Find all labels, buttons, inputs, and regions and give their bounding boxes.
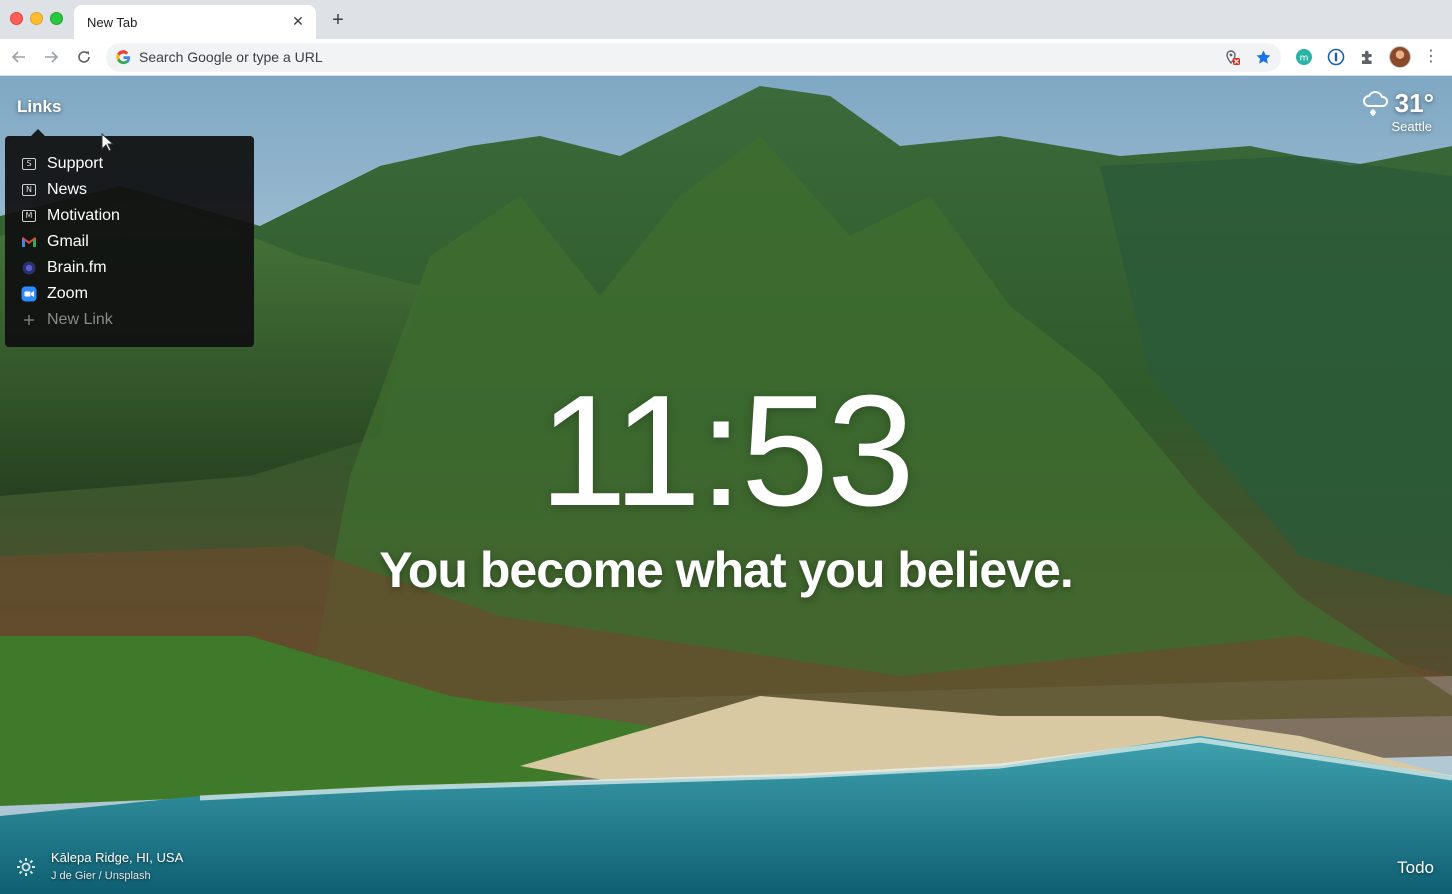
forward-button[interactable] — [39, 45, 63, 69]
link-label: Motivation — [47, 207, 120, 224]
tab-strip: New Tab ✕ + — [0, 0, 1452, 39]
puzzle-extensions-icon[interactable] — [1359, 48, 1377, 66]
link-label: Zoom — [47, 285, 88, 302]
google-icon — [116, 50, 131, 65]
link-zoom[interactable]: Zoom — [5, 281, 254, 307]
new-tab-page: Links S Support N News M Motivation Gmai… — [0, 76, 1452, 894]
reload-icon — [78, 51, 90, 63]
clock: 11:53 — [539, 363, 915, 539]
svg-text:m: m — [1300, 54, 1309, 64]
brainfm-icon — [21, 260, 37, 276]
omnibox-placeholder: Search Google or type a URL — [139, 49, 323, 65]
location-blocked-icon[interactable] — [1224, 49, 1241, 66]
link-label: News — [47, 181, 88, 198]
photo-location: Kālepa Ridge, HI, USA — [51, 850, 184, 865]
1password-extension-icon[interactable] — [1327, 48, 1345, 66]
zoom-icon — [21, 286, 37, 302]
close-window-button[interactable] — [10, 12, 23, 25]
weather-widget[interactable]: 31° Seattle — [1361, 88, 1434, 134]
new-tab-button[interactable]: + — [327, 9, 349, 31]
browser-toolbar: Search Google or type a URL m ⋮ — [0, 39, 1452, 76]
photo-info[interactable]: Kālepa Ridge, HI, USA J de Gier / Unspla… — [51, 850, 183, 882]
photo-credit[interactable]: J de Gier / Unsplash — [51, 870, 183, 882]
link-gmail[interactable]: Gmail — [5, 229, 254, 255]
zoom-window-button[interactable] — [50, 12, 63, 25]
minimize-window-button[interactable] — [30, 12, 43, 25]
gear-icon[interactable] — [16, 857, 36, 877]
back-button[interactable] — [7, 45, 31, 69]
link-brainfm[interactable]: Brain.fm — [5, 255, 254, 281]
link-news[interactable]: N News — [5, 177, 254, 203]
arrow-right-icon — [45, 51, 59, 63]
arrow-left-icon — [11, 51, 25, 63]
letter-s-icon: S — [21, 156, 37, 172]
profile-avatar[interactable] — [1389, 46, 1411, 68]
link-support[interactable]: S Support — [5, 151, 254, 177]
todo-button[interactable]: Todo — [1397, 858, 1434, 878]
mantra: You become what you believe. — [379, 542, 1073, 598]
tab-new-tab[interactable]: New Tab ✕ — [74, 5, 316, 39]
link-label: Brain.fm — [47, 259, 107, 276]
letter-m-icon: M — [21, 208, 37, 224]
links-panel-caret — [31, 129, 45, 136]
links-panel: S Support N News M Motivation Gmail Brai… — [5, 136, 254, 347]
link-motivation[interactable]: M Motivation — [5, 203, 254, 229]
cloud-snow-icon — [1362, 90, 1388, 116]
letter-n-icon: N — [21, 182, 37, 198]
bookmark-star-icon[interactable] — [1255, 49, 1272, 66]
reload-button[interactable] — [72, 45, 96, 69]
links-toggle[interactable]: Links — [17, 97, 61, 117]
mercury-extension-icon[interactable]: m — [1295, 48, 1313, 66]
link-label: Support — [47, 155, 104, 172]
tab-title: New Tab — [87, 15, 138, 30]
close-icon[interactable]: ✕ — [290, 13, 306, 29]
weather-temperature: 31° — [1394, 88, 1434, 118]
more-menu-icon[interactable]: ⋮ — [1423, 47, 1439, 67]
gmail-icon — [21, 234, 37, 250]
weather-city: Seattle — [1391, 119, 1432, 134]
new-link-button[interactable]: New Link — [5, 307, 254, 333]
plus-icon — [21, 312, 37, 328]
new-link-label: New Link — [47, 311, 113, 328]
omnibox[interactable]: Search Google or type a URL — [106, 43, 1281, 72]
link-label: Gmail — [47, 233, 89, 250]
mouse-cursor-icon — [101, 133, 115, 152]
